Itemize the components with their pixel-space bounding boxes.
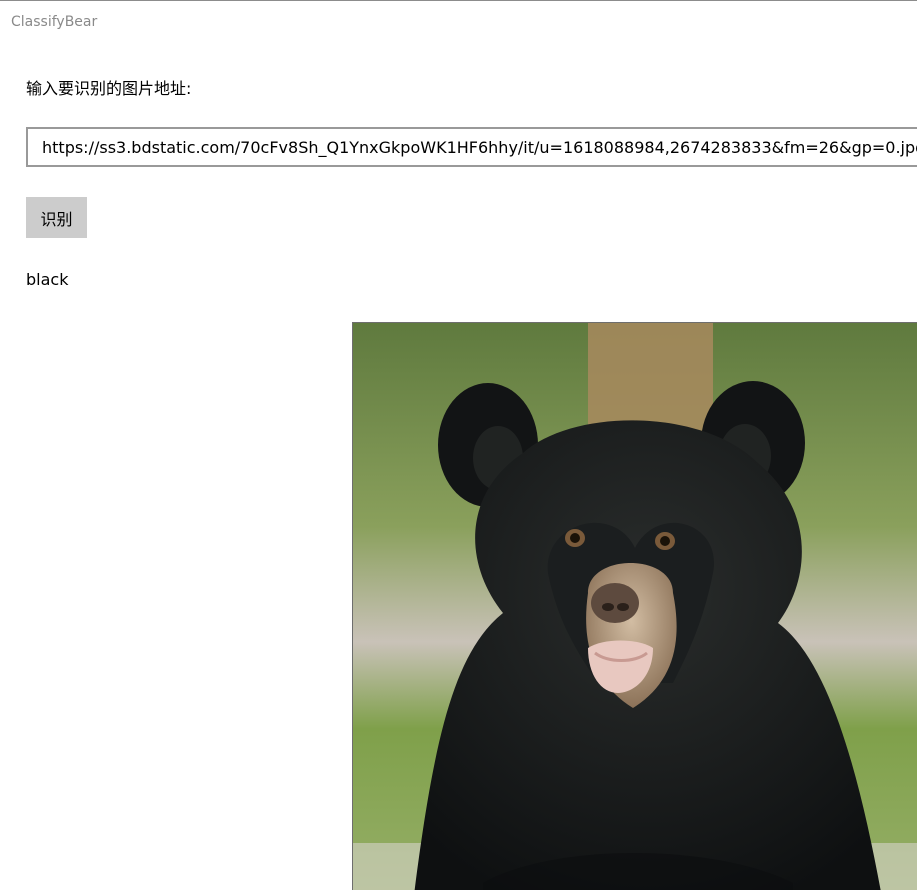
app-title: ClassifyBear — [11, 14, 98, 30]
recognize-button[interactable]: 识别 — [26, 197, 87, 238]
image-url-input[interactable] — [26, 127, 917, 167]
classification-result: black — [26, 270, 69, 289]
bear-image — [352, 322, 917, 890]
app-window: ClassifyBear 输入要识别的图片地址: 识别 black — [0, 0, 917, 890]
title-bar[interactable]: ClassifyBear — [0, 1, 917, 41]
url-prompt-label: 输入要识别的图片地址: — [26, 79, 192, 98]
